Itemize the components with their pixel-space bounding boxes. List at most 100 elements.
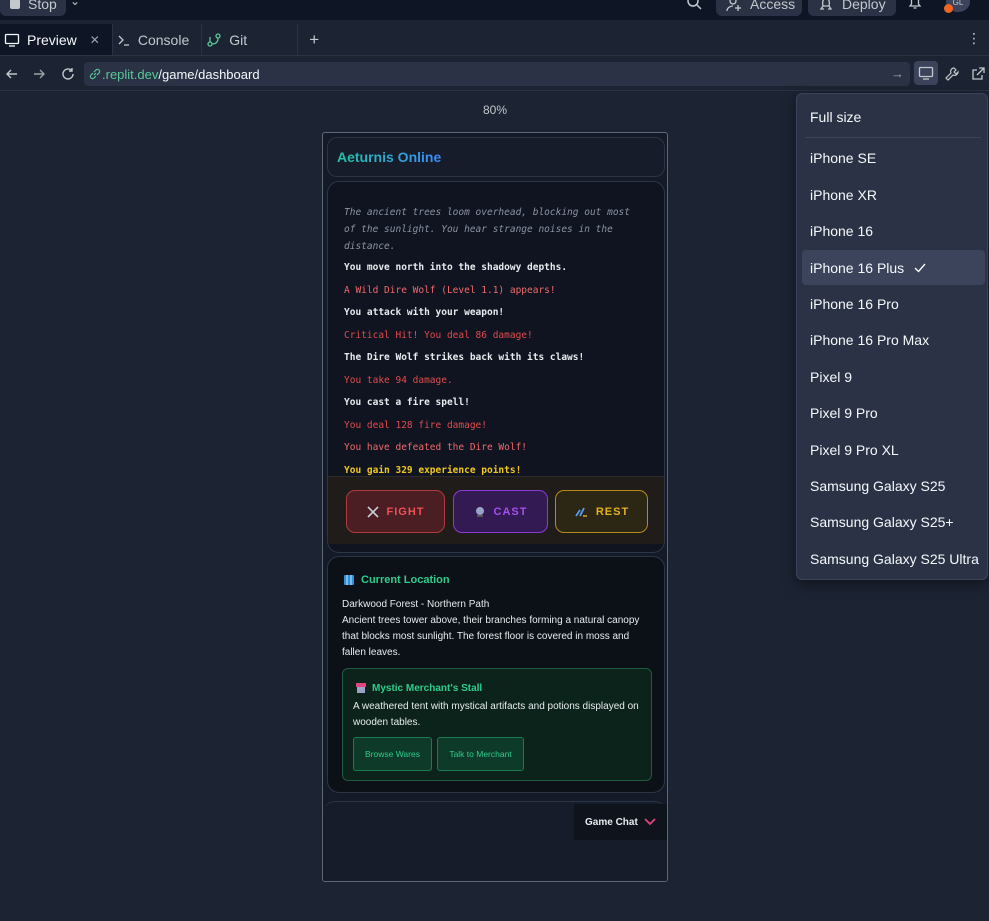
menu-item-iphone-se[interactable]: iPhone SE (802, 140, 985, 175)
close-icon[interactable]: ✕ (90, 33, 100, 47)
fight-label: FIGHT (386, 505, 425, 518)
log-entry: You have defeated the Dire Wolf! (344, 442, 528, 453)
sleep-icon (575, 507, 587, 517)
wrench-icon[interactable] (944, 66, 960, 82)
device-size-menu: Full size iPhone SE iPhone XR iPhone 16 … (796, 93, 988, 580)
location-description: Ancient trees tower above, their branche… (342, 615, 640, 658)
log-entry: A Wild Dire Wolf (Level 1.1) appears! (344, 284, 556, 296)
tab-console[interactable]: Console (113, 24, 203, 55)
log-entry: You take 94 damage. (344, 374, 453, 386)
menu-item-label: Pixel 9 Pro XL (810, 441, 899, 458)
more-options-icon[interactable]: ⋮ (967, 30, 981, 47)
game-header: Aeturnis Online (327, 137, 665, 177)
add-user-icon (726, 0, 741, 12)
fight-button[interactable]: FIGHT (346, 490, 445, 533)
menu-item-label: iPhone SE (810, 149, 877, 166)
menu-item-galaxy-s25[interactable]: Samsung Galaxy S25 (802, 468, 985, 503)
game-chat-label: Game Chat (585, 816, 638, 828)
status-badge (944, 4, 953, 13)
url-path: /game/dashboard (158, 66, 260, 82)
tab-label: Git (229, 31, 248, 48)
menu-item-full-size[interactable]: Full size (802, 99, 985, 134)
menu-item-label: iPhone 16 (810, 222, 874, 239)
log-entry: You move north into the shadowy depths. (344, 262, 568, 273)
url-input[interactable]: .replit.dev/game/dashboard → (84, 62, 910, 86)
terminal-icon (118, 35, 129, 46)
menu-item-iphone-16[interactable]: iPhone 16 (802, 213, 985, 248)
game-chat-panel: Game Chat (323, 801, 667, 881)
menu-item-pixel-9[interactable]: Pixel 9 (802, 359, 985, 394)
back-arrow-icon[interactable] (4, 66, 20, 82)
stop-label: Stop (28, 0, 57, 12)
menu-item-pixel-9-pro[interactable]: Pixel 9 Pro (802, 395, 985, 430)
search-icon[interactable] (686, 0, 702, 10)
address-bar: .replit.dev/game/dashboard → (0, 57, 989, 91)
crossed-swords-icon (366, 505, 379, 518)
go-arrow-icon[interactable]: → (891, 66, 904, 81)
browse-wares-button[interactable]: Browse Wares (353, 737, 432, 771)
access-label: Access (750, 0, 796, 12)
merchant-card: Mystic Merchant's Stall A weathered tent… (342, 668, 652, 781)
add-tab-button[interactable]: + (298, 24, 330, 55)
avatar-initials: GL (952, 0, 964, 7)
menu-item-label: Samsung Galaxy S25 Ultra (810, 550, 979, 567)
menu-item-label: iPhone 16 Pro (810, 295, 899, 312)
deploy-label: Deploy (842, 0, 886, 12)
menu-item-pixel-9-pro-xl[interactable]: Pixel 9 Pro XL (802, 432, 985, 467)
chevron-down-icon (644, 818, 656, 826)
deploy-button[interactable]: Deploy (808, 0, 896, 16)
menu-item-iphone-xr[interactable]: iPhone XR (802, 177, 985, 212)
zoom-level: 80% (482, 103, 508, 117)
bell-icon[interactable] (907, 0, 923, 10)
merchant-heading-text: Mystic Merchant's Stall (372, 682, 483, 694)
location-heading: Current Location (343, 574, 450, 586)
game-chat-toggle[interactable]: Game Chat (574, 804, 667, 840)
git-branch-icon (207, 32, 221, 47)
menu-item-label: iPhone 16 Pro Max (810, 331, 930, 348)
access-button[interactable]: Access (716, 0, 802, 16)
menu-item-label: iPhone 16 Plus (810, 259, 905, 276)
log-entry: The Dire Wolf strikes back with its claw… (344, 352, 585, 363)
menu-item-label: Full size (810, 108, 862, 125)
location-name: Darkwood Forest - Northern Path (342, 599, 490, 610)
rest-button[interactable]: REST (555, 490, 648, 533)
menu-item-label: Pixel 9 (810, 368, 853, 385)
tab-label: Console (137, 31, 190, 48)
menu-item-galaxy-s25-plus[interactable]: Samsung Galaxy S25+ (802, 504, 985, 539)
monitor-icon (918, 66, 934, 80)
menu-item-iphone-16-plus[interactable]: iPhone 16 Plus (802, 250, 985, 285)
menu-item-label: iPhone XR (810, 186, 877, 203)
location-heading-text: Current Location (361, 574, 450, 586)
menu-item-galaxy-s25-ultra[interactable]: Samsung Galaxy S25 Ultra (802, 541, 985, 576)
log-entry: You deal 128 fire damage! (344, 419, 487, 431)
merchant-heading: Mystic Merchant's Stall (355, 682, 482, 694)
menu-item-iphone-16-pro-max[interactable]: iPhone 16 Pro Max (802, 322, 985, 357)
chevron-down-icon[interactable]: ⌄ (70, 0, 80, 8)
tab-preview[interactable]: Preview ✕ (0, 24, 113, 55)
location-panel: Current Location Darkwood Forest - North… (327, 556, 665, 793)
url-host: .replit.dev (102, 66, 159, 82)
device-preview-frame: Aeturnis Online The ancient trees loom o… (322, 132, 668, 882)
menu-item-iphone-16-pro[interactable]: iPhone 16 Pro (802, 286, 985, 321)
link-icon (89, 68, 101, 80)
rest-label: REST (595, 505, 630, 518)
log-entry: The ancient trees loom overhead, blockin… (344, 207, 630, 252)
game-title: Aeturnis Online (337, 149, 442, 165)
merchant-description: A weathered tent with mystical artifacts… (353, 701, 639, 728)
device-picker-button[interactable] (914, 61, 938, 85)
tab-git[interactable]: Git (202, 24, 299, 55)
menu-item-label: Samsung Galaxy S25+ (810, 513, 954, 530)
refresh-icon[interactable] (60, 66, 76, 82)
cast-label: CAST (493, 505, 528, 518)
top-toolbar: Stop ⌄ Access Deploy GL (0, 0, 989, 20)
open-external-icon[interactable] (970, 66, 986, 82)
menu-divider (805, 137, 981, 138)
stop-button[interactable]: Stop (0, 0, 66, 16)
menu-item-label: Samsung Galaxy S25 (810, 477, 946, 494)
stop-icon (10, 0, 20, 9)
forward-arrow-icon[interactable] (31, 66, 47, 82)
talk-to-merchant-button[interactable]: Talk to Merchant (437, 737, 524, 771)
rocket-icon (819, 0, 833, 10)
cast-button[interactable]: CAST (453, 490, 548, 533)
action-bar: FIGHT CAST REST (328, 476, 664, 544)
